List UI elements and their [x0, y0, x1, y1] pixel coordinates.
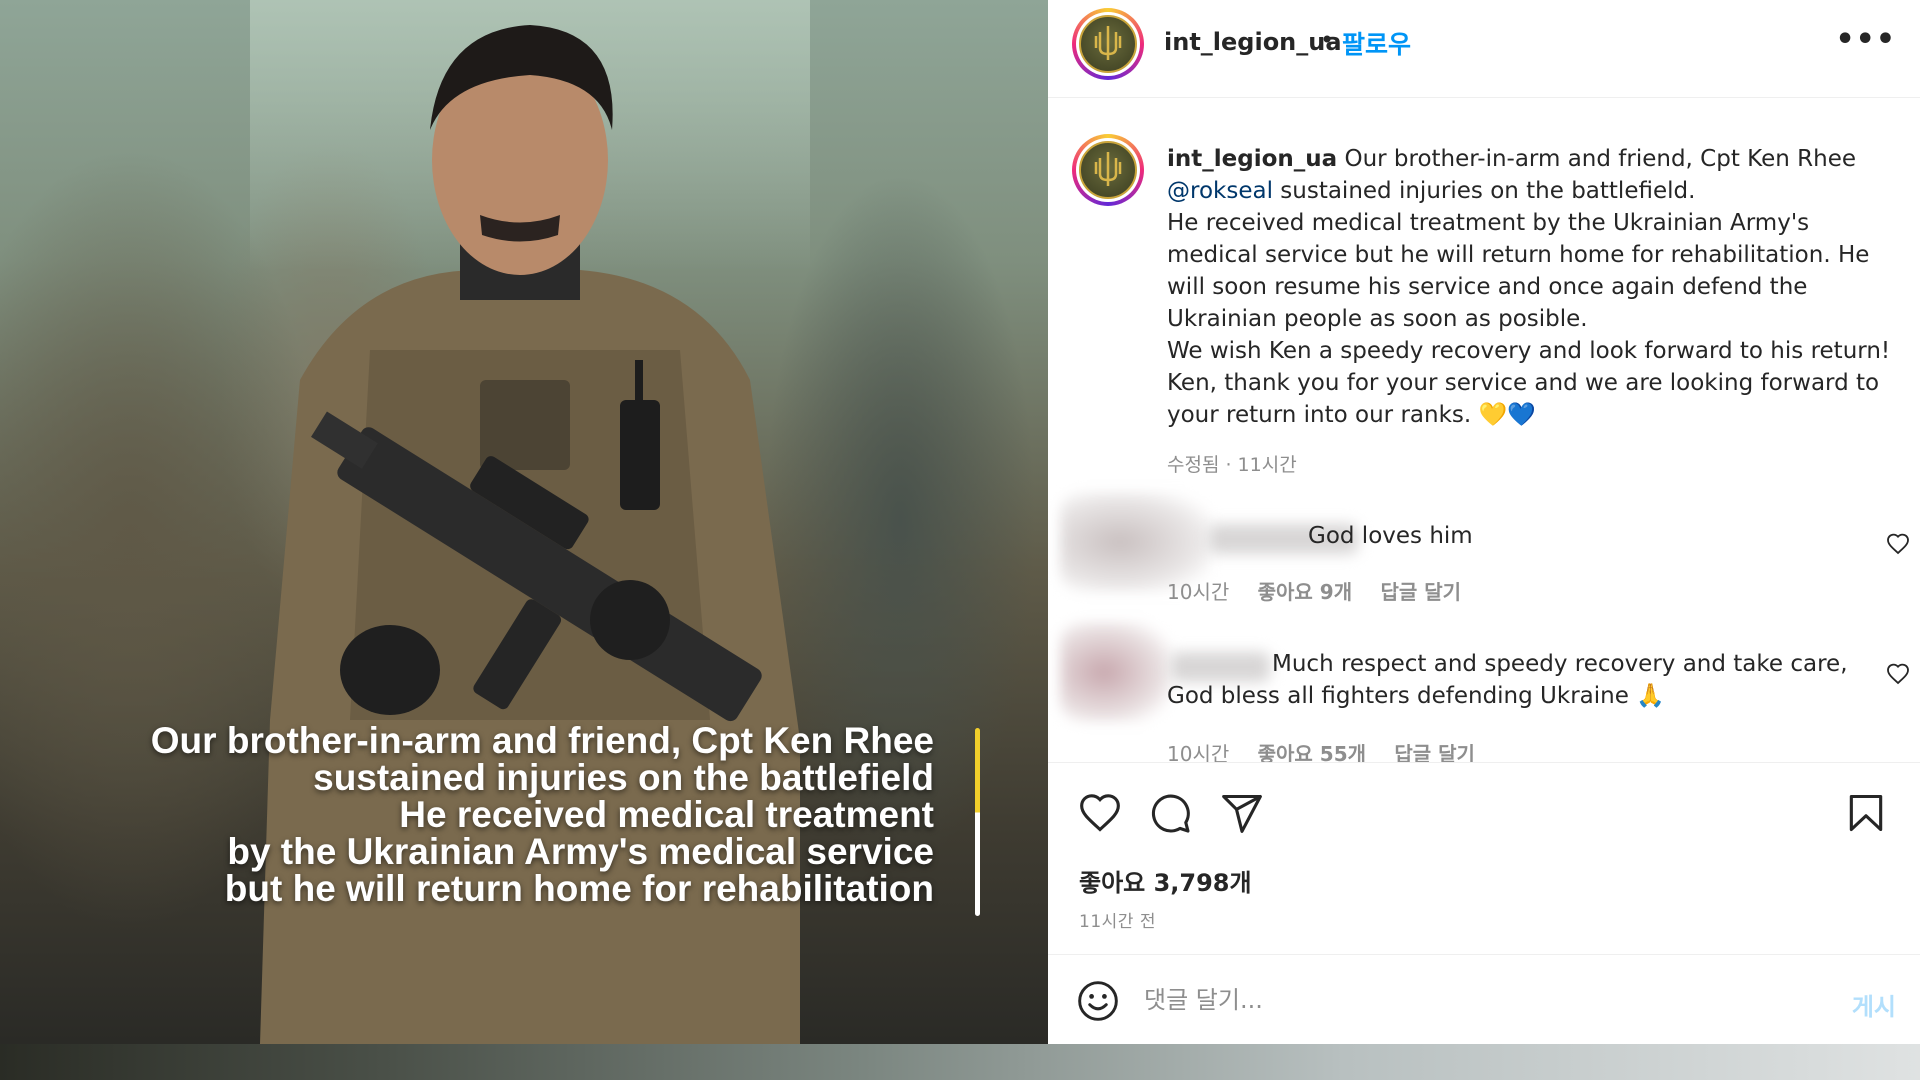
share-send-icon[interactable] — [1220, 791, 1264, 835]
heart-icon[interactable] — [1886, 532, 1910, 556]
mention-link[interactable]: @rokseal — [1167, 178, 1273, 204]
trident-icon — [1094, 26, 1122, 60]
heart-icon[interactable] — [1886, 662, 1910, 686]
comment-likes[interactable]: 좋아요 55개 — [1258, 742, 1366, 762]
caption-meta: 수정됨 · 11시간 — [1167, 454, 1297, 476]
action-bar: 좋아요 3,798개 11시간 전 — [1048, 762, 1920, 954]
follow-button[interactable]: 팔로우 — [1342, 25, 1411, 61]
post-header: int_legion_ua • 팔로우 ••• — [1048, 0, 1920, 98]
comment-input[interactable] — [1144, 977, 1784, 1023]
caption-text-2: sustained injuries on the battlefield. — [1272, 178, 1696, 204]
caption-accent-bar — [975, 728, 980, 916]
caption-line: but he will return home for rehabilitati… — [224, 868, 934, 909]
caption-text-1: Our brother-in-arm and friend, Cpt Ken R… — [1337, 146, 1856, 172]
comments-section[interactable]: int_legion_ua Our brother-in-arm and fri… — [1048, 98, 1920, 762]
blurred-avatar — [1060, 622, 1170, 722]
post-comment-button[interactable]: 게시 — [1852, 987, 1896, 1022]
comment-time: 10시간 — [1167, 580, 1230, 604]
post-panel: int_legion_ua • 팔로우 ••• int_legion_ua Ou… — [1048, 0, 1920, 1044]
caption-line: by the Ukrainian Army's medical service — [227, 831, 934, 872]
trident-icon — [1094, 152, 1122, 186]
header-username[interactable]: int_legion_ua — [1164, 28, 1342, 56]
post-timestamp[interactable]: 11시간 전 — [1079, 907, 1156, 932]
emoji-smile-icon[interactable] — [1076, 979, 1120, 1023]
like-count[interactable]: 좋아요 3,798개 — [1079, 863, 1252, 898]
comment-likes[interactable]: 좋아요 9개 — [1258, 580, 1352, 604]
caption-line: sustained injuries on the battlefield — [313, 757, 934, 798]
comment-time: 10시간 — [1167, 742, 1230, 762]
avatar[interactable] — [1072, 134, 1144, 206]
blurred-username — [1170, 652, 1270, 682]
bookmark-icon[interactable] — [1844, 791, 1888, 835]
comment-text: God loves him — [1308, 523, 1473, 549]
caption-username[interactable]: int_legion_ua — [1167, 146, 1337, 172]
avatar[interactable] — [1072, 8, 1144, 80]
comment-item: Much respect and speedy recovery and tak… — [1048, 622, 1920, 762]
comment-meta: 10시간 좋아요 55개 답글 달기 — [1167, 738, 1497, 762]
caption-paragraph: He received medical treatment by the Ukr… — [1167, 210, 1870, 332]
background-strip — [0, 1044, 1920, 1080]
more-options-icon[interactable]: ••• — [1835, 22, 1896, 57]
add-comment-bar: 게시 — [1048, 954, 1920, 1044]
comment-item: God loves him 10시간 좋아요 9개 답글 달기 — [1048, 492, 1920, 605]
reply-button[interactable]: 답글 달기 — [1394, 742, 1475, 762]
caption-paragraph: Ken, thank you for your service and we a… — [1167, 370, 1880, 428]
caption-paragraph: We wish Ken a speedy recovery and look f… — [1167, 338, 1891, 364]
comment-text: Much respect and speedy recovery and tak… — [1272, 651, 1848, 677]
reply-button[interactable]: 답글 달기 — [1380, 580, 1461, 604]
comment-text: God bless all fighters defending Ukraine… — [1167, 683, 1665, 709]
like-heart-icon[interactable] — [1078, 791, 1122, 835]
comment-meta: 10시간 좋아요 9개 답글 달기 — [1167, 576, 1483, 605]
caption-text: int_legion_ua Our brother-in-arm and fri… — [1167, 143, 1907, 431]
caption-line: Our brother-in-arm and friend, Cpt Ken R… — [150, 720, 934, 761]
separator-dot: • — [1320, 26, 1335, 54]
post-image[interactable]: Our brother-in-arm and friend, Cpt Ken R… — [0, 0, 1048, 1044]
caption-line: He received medical treatment — [399, 794, 934, 835]
comment-bubble-icon[interactable] — [1148, 791, 1192, 835]
image-caption: Our brother-in-arm and friend, Cpt Ken R… — [151, 722, 956, 907]
